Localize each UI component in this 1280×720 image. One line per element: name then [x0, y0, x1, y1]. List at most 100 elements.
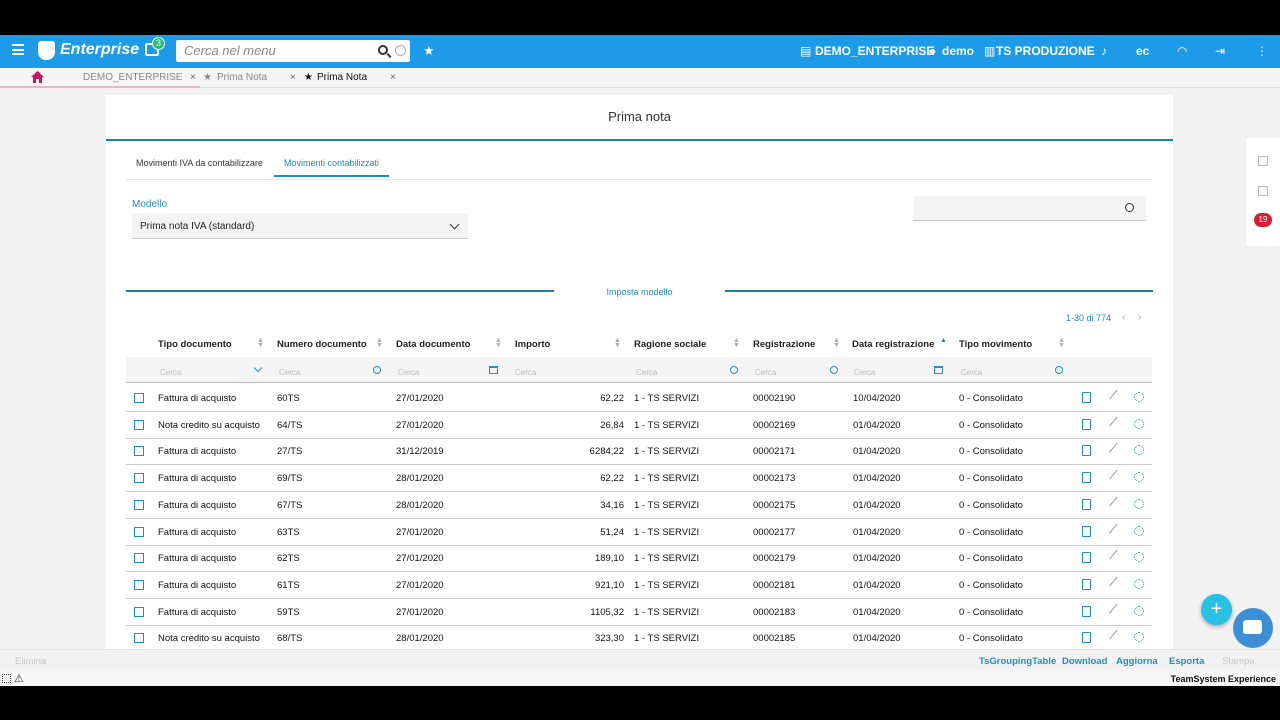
apps-grid-icon[interactable] — [2, 674, 11, 683]
row-checkbox[interactable] — [134, 579, 144, 590]
settings-gear-icon[interactable] — [1134, 392, 1144, 402]
edit-pencil-icon[interactable] — [1109, 576, 1124, 592]
grouping-table-button[interactable]: TsGroupingTable — [979, 656, 1056, 667]
settings-gear-icon[interactable] — [1134, 445, 1144, 456]
row-checkbox[interactable] — [134, 633, 144, 644]
chat-button[interactable] — [1233, 608, 1273, 648]
table-row[interactable]: Fattura di acquisto 62TS 27/01/2020 189,10 1… — [126, 545, 1152, 573]
table-row[interactable]: Fattura di acquisto 27/TS 31/12/2019 6284,2… — [126, 438, 1152, 466]
filter-registrazione[interactable]: Cerca — [755, 368, 776, 377]
col-registrazione[interactable]: Registrazione — [753, 339, 815, 350]
row-checkbox[interactable] — [134, 606, 144, 617]
table-row[interactable]: Fattura di acquisto 67/TS 28/01/2020 34,16 1… — [126, 492, 1152, 519]
col-importo[interactable]: Importo — [515, 339, 550, 350]
settings-gear-icon[interactable] — [1134, 605, 1144, 616]
col-data-documento[interactable]: Data documento — [396, 339, 470, 350]
search-icon[interactable] — [373, 366, 381, 374]
filter-ragione-sociale[interactable]: Cerca — [636, 368, 657, 377]
ec-icon[interactable]: ec — [1136, 44, 1149, 58]
search-icon[interactable] — [1055, 366, 1063, 374]
warning-icon[interactable]: ⚠ — [14, 672, 24, 685]
settings-gear-icon[interactable] — [1134, 578, 1144, 589]
filter-numero-documento[interactable]: Cerca — [279, 368, 300, 377]
row-checkbox[interactable] — [134, 473, 144, 484]
row-checkbox[interactable] — [134, 499, 144, 510]
sort-icon[interactable]: ▲ ▼ — [1058, 337, 1065, 349]
logout-icon[interactable]: ⇥ — [1215, 44, 1225, 58]
document-icon[interactable] — [1082, 472, 1091, 484]
sort-icon[interactable]: ▲ ▼ — [495, 337, 502, 349]
close-icon[interactable]: × — [390, 72, 396, 83]
edit-pencil-icon[interactable] — [1109, 469, 1124, 485]
document-icon[interactable] — [1082, 552, 1091, 564]
table-row[interactable]: Nota credito su acquisto 64/TS 27/01/2020 2… — [126, 412, 1152, 439]
edit-pencil-icon[interactable] — [1109, 442, 1124, 458]
sort-icon[interactable]: ▲ ▼ — [257, 337, 264, 349]
row-checkbox[interactable] — [134, 393, 144, 403]
alerts-badge[interactable]: 19 — [1254, 213, 1272, 227]
settings-gear-icon[interactable] — [1134, 498, 1144, 509]
col-numero-documento[interactable]: Numero documento — [277, 339, 367, 350]
filter-importo[interactable]: Cerca — [515, 368, 536, 377]
panel-icon[interactable] — [1258, 156, 1268, 166]
edit-pencil-icon[interactable] — [1109, 629, 1124, 645]
chevron-down-icon[interactable] — [253, 363, 263, 373]
company-name[interactable]: DEMO_ENTERPRISE — [815, 44, 934, 58]
next-page-icon[interactable]: › — [1138, 312, 1141, 323]
search-icon[interactable] — [378, 45, 388, 55]
elimina-button[interactable]: Elimina — [15, 656, 46, 667]
note-icon[interactable] — [1258, 186, 1268, 196]
history-icon[interactable] — [395, 45, 406, 56]
headset-icon[interactable]: ◠ — [1177, 44, 1187, 58]
favorites-star-icon[interactable]: ★ — [423, 43, 435, 59]
add-fab-button[interactable]: + — [1201, 594, 1232, 625]
esporta-button[interactable]: Esporta — [1169, 656, 1204, 667]
document-icon[interactable] — [1082, 525, 1091, 537]
filter-tipo-movimento[interactable]: Cerca — [961, 368, 982, 377]
menu-icon[interactable] — [12, 44, 24, 56]
table-row[interactable]: Fattura di acquisto 63TS 27/01/2020 51,24 1 … — [126, 519, 1152, 546]
tab-movimenti-iva[interactable]: Movimenti IVA da contabilizzare — [136, 158, 263, 175]
row-checkbox[interactable] — [134, 553, 144, 564]
bell-icon[interactable]: ♪ — [1101, 44, 1107, 58]
col-tipo-documento[interactable]: Tipo documento — [158, 339, 232, 350]
row-checkbox[interactable] — [134, 526, 144, 537]
table-row[interactable]: Fattura di acquisto 61TS 27/01/2020 921,10 1… — [126, 572, 1152, 599]
search-icon[interactable] — [730, 366, 738, 374]
imposta-modello-link[interactable]: Imposta modello — [554, 287, 725, 297]
edit-pencil-icon[interactable] — [1109, 523, 1124, 538]
document-icon[interactable] — [1082, 418, 1091, 430]
home-icon[interactable] — [31, 71, 44, 83]
calendar-icon[interactable] — [489, 366, 498, 374]
edit-pencil-icon[interactable] — [1109, 496, 1124, 512]
edit-pencil-icon[interactable] — [1109, 416, 1124, 432]
document-icon[interactable] — [1082, 632, 1091, 644]
download-button[interactable]: Download — [1062, 656, 1107, 667]
settings-gear-icon[interactable] — [1134, 632, 1144, 643]
grid-search-input[interactable] — [913, 196, 1146, 221]
menu-search-input[interactable]: Cerca nel menu — [176, 40, 410, 62]
tab-demo-enterprise[interactable]: DEMO_ENTERPRISE — [83, 72, 182, 83]
sort-asc-icon[interactable]: ▲ — [940, 337, 947, 344]
settings-gear-icon[interactable] — [1134, 552, 1144, 563]
settings-gear-icon[interactable] — [1134, 418, 1144, 429]
col-ragione-sociale[interactable]: Ragione sociale — [634, 339, 706, 350]
filter-data-registrazione[interactable]: Cerca — [854, 368, 875, 377]
filter-tipo-documento[interactable]: Cerca — [160, 368, 181, 377]
document-icon[interactable] — [1082, 578, 1091, 590]
stampa-button[interactable]: Stampa — [1222, 656, 1255, 667]
edit-pencil-icon[interactable] — [1109, 389, 1124, 405]
close-icon[interactable]: × — [290, 72, 296, 83]
row-checkbox[interactable] — [134, 419, 144, 430]
close-icon[interactable]: × — [190, 72, 196, 83]
document-icon[interactable] — [1082, 605, 1091, 617]
tab-prima-nota-1[interactable]: Prima Nota — [217, 72, 267, 83]
sort-icon[interactable]: ▲ ▼ — [833, 337, 840, 349]
document-icon[interactable] — [1082, 498, 1091, 510]
col-tipo-movimento[interactable]: Tipo movimento — [959, 339, 1032, 350]
calendar-icon[interactable] — [934, 366, 943, 374]
sort-icon[interactable]: ▲ ▼ — [376, 337, 383, 349]
filter-data-documento[interactable]: Cerca — [398, 368, 419, 377]
col-data-registrazione[interactable]: Data registrazione — [852, 339, 934, 350]
table-row[interactable]: Fattura di acquisto 69/TS 28/01/2020 62,22 1… — [126, 465, 1152, 493]
